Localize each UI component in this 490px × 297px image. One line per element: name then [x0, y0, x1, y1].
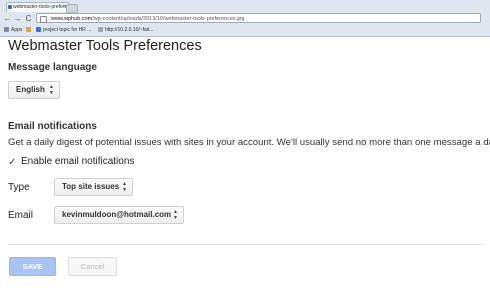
checkbox-checked-icon[interactable]: ✓: [8, 158, 18, 168]
enable-notifications-label: Enable email notifications: [21, 156, 135, 167]
url-domain: www.wphub.com: [51, 16, 93, 22]
language-select[interactable]: English ▲ ▼: [8, 81, 60, 99]
apps-icon: [4, 27, 9, 33]
forward-button[interactable]: →: [13, 13, 22, 24]
page-icon: [40, 16, 47, 23]
divider: [8, 244, 482, 245]
favicon-icon: [8, 5, 12, 9]
browser-tab[interactable]: webmaster-tools-prefere ×: [6, 2, 70, 12]
type-label: Type: [8, 182, 30, 193]
email-select[interactable]: kevinmuldoon@hotmail.com ▲ ▼: [54, 206, 184, 224]
bookmark-local-ip[interactable]: http://10.2.0.10/~fait...: [98, 25, 154, 35]
type-select[interactable]: Top site issues ▲ ▼: [54, 178, 133, 196]
bookmark-icon: [36, 27, 41, 33]
page-title: Webmaster Tools Preferences: [8, 38, 202, 54]
select-arrows-icon: ▲ ▼: [49, 84, 54, 96]
browser-chrome: webmaster-tools-prefere × ← → C www.wphu…: [0, 0, 490, 37]
select-arrows-icon: ▲ ▼: [122, 181, 127, 193]
new-tab-button[interactable]: [66, 4, 78, 13]
url-path: /wp-content/uploads/2013/10/webmaster-to…: [92, 16, 245, 22]
bookmark-project-topic[interactable]: project topic for HR ...: [36, 25, 91, 35]
reload-button[interactable]: C: [24, 13, 33, 24]
email-notifications-heading: Email notifications: [8, 121, 97, 132]
bookmark-icon-only[interactable]: [26, 25, 33, 35]
message-language-heading: Message language: [8, 62, 97, 73]
bookmark-icon: [26, 27, 31, 33]
tab-title: webmaster-tools-prefere: [13, 4, 68, 10]
page-icon: [98, 27, 103, 33]
language-value: English: [16, 85, 45, 94]
cancel-button[interactable]: Cancel: [68, 257, 117, 276]
bookmarks-bar: Apps project topic for HR ... http://10.…: [0, 25, 490, 35]
save-button[interactable]: SAVE: [9, 257, 56, 276]
select-arrows-icon: ▲ ▼: [173, 209, 178, 221]
type-value: Top site issues: [62, 182, 120, 191]
email-label: Email: [8, 210, 34, 221]
enable-notifications-row[interactable]: ✓ Enable email notifications: [8, 156, 134, 168]
back-button[interactable]: ←: [3, 13, 12, 24]
bookmark-apps[interactable]: Apps: [4, 25, 22, 35]
address-bar[interactable]: www.wphub.com/wp-content/uploads/2013/10…: [36, 13, 481, 23]
email-value: kevinmuldoon@hotmail.com: [62, 210, 172, 219]
email-notifications-description: Get a daily digest of potential issues w…: [8, 137, 490, 148]
